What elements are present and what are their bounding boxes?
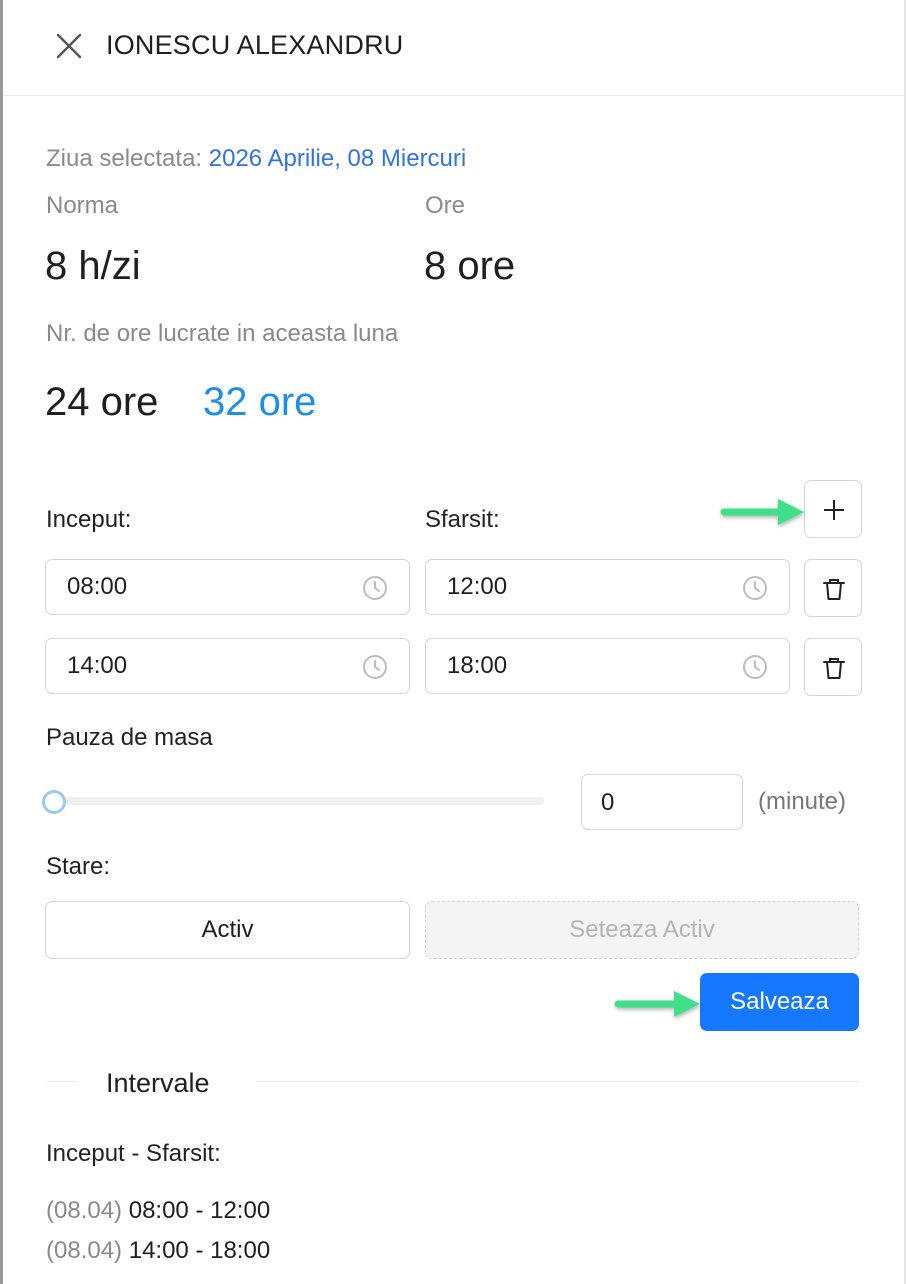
start-time-input[interactable]: 14:00 <box>45 638 410 694</box>
divider <box>256 1081 859 1082</box>
pause-minutes-value: 0 <box>601 789 615 816</box>
norma-value: 8 h/zi <box>45 244 141 288</box>
clock-icon <box>363 576 387 600</box>
ore-value: 8 ore <box>424 244 516 288</box>
end-time-input[interactable]: 18:00 <box>425 638 790 694</box>
left-edge <box>0 0 3 1284</box>
norma-label: Norma <box>46 192 119 219</box>
status-label: Stare: <box>46 853 111 880</box>
save-button[interactable]: Salveaza <box>700 973 859 1031</box>
close-button[interactable] <box>53 30 85 62</box>
intervals-title: Intervale <box>106 1068 210 1098</box>
pause-unit: (minute) <box>758 788 847 815</box>
trash-icon <box>823 579 845 600</box>
interval-date: (08.04) <box>46 1237 123 1264</box>
monthly-worked: 24 ore <box>45 380 159 424</box>
set-active-button: Seteaza Activ <box>425 901 859 959</box>
plus-icon <box>824 500 844 520</box>
add-interval-button[interactable] <box>804 480 862 538</box>
start-time-value: 14:00 <box>67 652 128 679</box>
interval-range: 08:00 - 12:00 <box>128 1197 271 1224</box>
clock-icon <box>743 655 767 679</box>
intervals-header: Inceput - Sfarsit: <box>46 1140 221 1167</box>
interval-date: (08.04) <box>46 1197 123 1224</box>
end-time-value: 12:00 <box>447 573 508 600</box>
clock-icon <box>743 576 767 600</box>
divider <box>46 1081 78 1082</box>
selected-day: Ziua selectata: 2026 Aprilie, 08 Miercur… <box>46 145 466 173</box>
start-label: Inceput: <box>46 506 132 533</box>
interval-item: (08.04) 14:00 - 18:00 <box>46 1237 270 1265</box>
drawer-header: IONESCU ALEXANDRU <box>3 0 904 96</box>
clock-icon <box>363 655 387 679</box>
delete-interval-button[interactable] <box>804 559 862 617</box>
green-arrow-icon <box>614 991 700 1017</box>
pause-minutes-input[interactable]: 0 <box>581 774 743 830</box>
green-arrow-icon <box>720 499 804 525</box>
pause-slider-handle[interactable] <box>42 790 66 814</box>
pause-slider-track[interactable] <box>46 797 544 805</box>
interval-item: (08.04) 08:00 - 12:00 <box>46 1197 270 1225</box>
end-time-input[interactable]: 12:00 <box>425 559 790 615</box>
start-time-value: 08:00 <box>67 573 128 600</box>
status-active-button[interactable]: Activ <box>45 901 410 959</box>
trash-icon <box>823 658 845 679</box>
end-label: Sfarsit: <box>425 506 500 533</box>
interval-range: 14:00 - 18:00 <box>128 1237 271 1264</box>
start-time-input[interactable]: 08:00 <box>45 559 410 615</box>
pause-label: Pauza de masa <box>46 724 213 751</box>
drawer-title: IONESCU ALEXANDRU <box>106 30 404 60</box>
selected-day-value: 2026 Aprilie, 08 Miercuri <box>208 145 467 172</box>
monthly-label: Nr. de ore lucrate in aceasta luna <box>46 320 399 347</box>
delete-interval-button[interactable] <box>804 638 862 696</box>
ore-label: Ore <box>425 192 466 219</box>
monthly-total: 32 ore <box>203 380 317 424</box>
selected-day-label: Ziua selectata: <box>46 145 203 172</box>
end-time-value: 18:00 <box>447 652 508 679</box>
close-icon <box>56 33 82 59</box>
